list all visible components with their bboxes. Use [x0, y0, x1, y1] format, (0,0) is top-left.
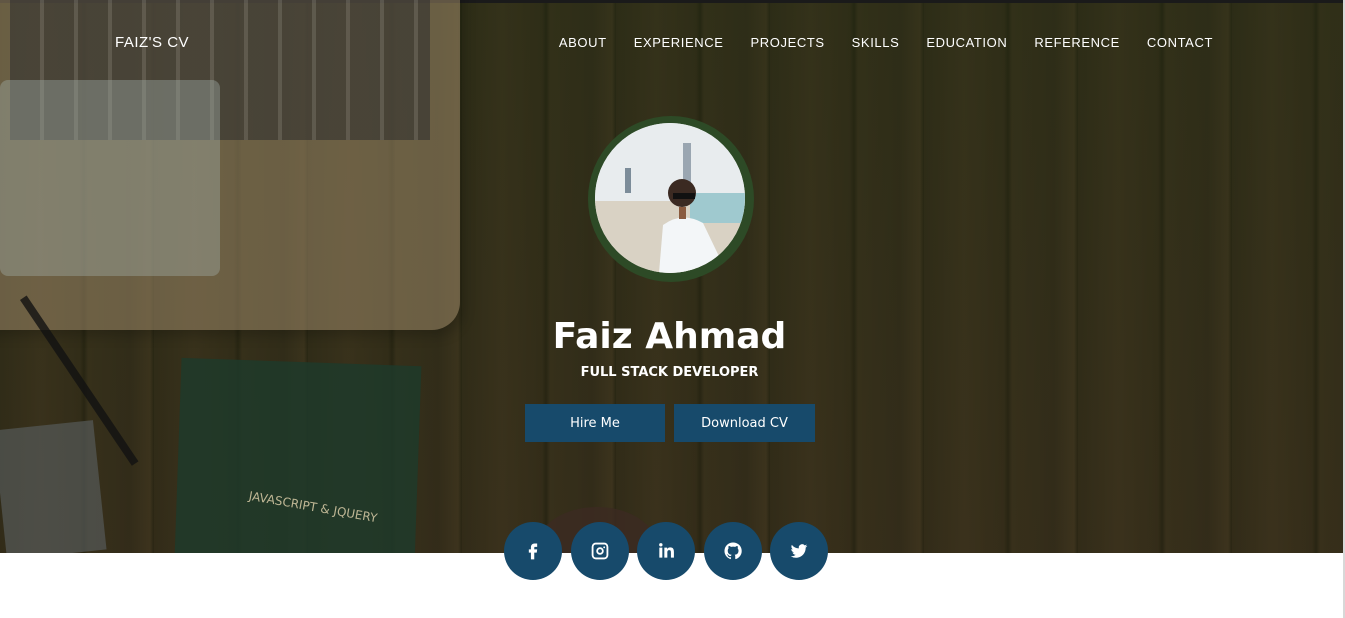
nav-contact[interactable]: CONTACT: [1147, 35, 1213, 50]
linkedin-button[interactable]: [637, 522, 695, 580]
hire-me-button[interactable]: Hire Me: [525, 404, 665, 442]
book-decoration: [174, 357, 422, 553]
linkedin-icon: [659, 543, 674, 558]
avatar: [595, 123, 745, 273]
nav-reference[interactable]: REFERENCE: [1034, 35, 1120, 50]
twitter-icon: [790, 544, 808, 558]
nav-education[interactable]: EDUCATION: [926, 35, 1007, 50]
twitter-button[interactable]: [770, 522, 828, 580]
github-icon: [723, 542, 742, 560]
nav-about[interactable]: ABOUT: [559, 35, 607, 50]
hero-name: Faiz Ahmad: [552, 316, 787, 357]
facebook-button[interactable]: [504, 522, 562, 580]
notepad-decoration: [0, 420, 107, 553]
nav-experience[interactable]: EXPERIENCE: [634, 35, 724, 50]
nav-skills[interactable]: SKILLS: [852, 35, 900, 50]
hero-role: FULL STACK DEVELOPER: [580, 365, 759, 380]
social-links: [504, 522, 837, 580]
main-nav: ABOUT EXPERIENCE PROJECTS SKILLS EDUCATI…: [532, 35, 1213, 50]
brand-logo[interactable]: FAIZ'S CV: [115, 34, 189, 51]
hero-section: JAVASCRIPT & JQUERY FAIZ'S CV ABOUT EXPE…: [0, 0, 1345, 553]
trackpad-decoration: [0, 80, 220, 276]
github-button[interactable]: [703, 522, 762, 580]
download-cv-button[interactable]: Download CV: [674, 404, 815, 442]
nav-projects[interactable]: PROJECTS: [751, 35, 825, 50]
facebook-icon: [528, 543, 538, 560]
instagram-icon: [591, 542, 608, 560]
instagram-button[interactable]: [570, 522, 629, 580]
